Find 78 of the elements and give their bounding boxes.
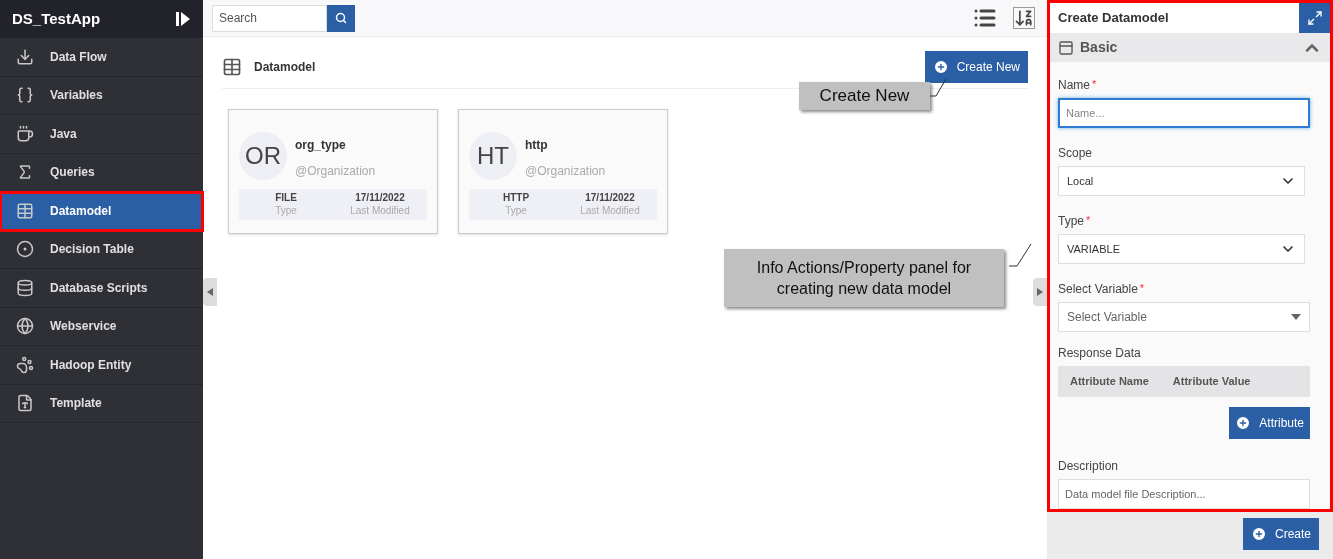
required-mark: *	[1092, 77, 1097, 92]
plus-icon	[932, 58, 949, 75]
field-label: Select Variable	[1058, 281, 1138, 298]
required-mark: *	[1139, 281, 1145, 296]
datamodel-card[interactable]: OR org_type @Organization FILE Type 17/11/2022 Last Modified	[228, 109, 438, 234]
avatar: OR	[239, 132, 287, 180]
sidebar-item[interactable]: Template	[0, 384, 203, 423]
callout: Info Actions/Property panel for creating new data model	[724, 249, 1004, 307]
sort-icon[interactable]	[1013, 7, 1035, 29]
table-icon	[222, 56, 242, 77]
select-field[interactable]: Local	[1058, 166, 1305, 196]
card-date-label: Last Modified	[580, 204, 640, 217]
collapse-icon[interactable]	[175, 11, 191, 27]
field-label: Response Data	[1058, 345, 1142, 362]
right-caret-icon	[1037, 288, 1043, 296]
card-type-label: Type	[275, 204, 297, 217]
app-title: DS_TestApp	[12, 8, 101, 29]
description-field[interactable]: Data model file Description...	[1058, 479, 1310, 509]
caret-icon	[1291, 314, 1301, 320]
expand-handle[interactable]	[1033, 278, 1047, 306]
callout: Create New	[799, 82, 930, 110]
globe-icon	[16, 317, 34, 336]
panel-title: Create Datamodel	[1058, 9, 1169, 28]
field-label: Name	[1058, 77, 1090, 94]
card-type: HTTP	[502, 191, 530, 204]
card-type-label: Type	[505, 204, 527, 217]
table-icon	[16, 201, 34, 220]
required-mark: *	[1086, 213, 1091, 228]
sidebar-item[interactable]: Datamodel	[0, 192, 203, 231]
section-header[interactable]: Basic	[1050, 33, 1330, 62]
sidebar-item[interactable]: Data Flow	[0, 38, 203, 77]
card-type: FILE	[275, 191, 297, 204]
field-label: Description	[1058, 458, 1120, 475]
left-caret-icon	[207, 288, 213, 296]
plus-icon	[1250, 526, 1267, 542]
sidebar-item[interactable]: Variables	[0, 76, 203, 115]
search-button[interactable]	[327, 4, 355, 32]
expand-icon	[1306, 10, 1323, 26]
select-field[interactable]: Select Variable	[1058, 302, 1310, 332]
field-label: Scope	[1058, 145, 1093, 162]
sidebar-item[interactable]: Decision Table	[0, 230, 203, 269]
field-label: Type	[1058, 213, 1084, 230]
expand-button[interactable]	[1299, 3, 1330, 33]
card-title: http	[525, 137, 549, 154]
section-title: Datamodel	[254, 58, 316, 76]
sidebar-item[interactable]: Hadoop Entity	[0, 346, 203, 385]
avatar: HT	[469, 132, 517, 180]
collapse-handle[interactable]	[203, 278, 217, 306]
sidebar-item[interactable]: Database Scripts	[0, 269, 203, 308]
datamodel-card[interactable]: HT http @Organization HTTP Type 17/11/2022 Last Modified	[458, 109, 668, 234]
column-header: Attribute Value	[1172, 374, 1251, 390]
card-date-label: Last Modified	[350, 204, 410, 217]
leader-line	[1009, 243, 1033, 268]
plus-icon	[1235, 415, 1252, 431]
select-field[interactable]: VARIABLE	[1058, 234, 1305, 264]
card-date: 17/11/2022	[585, 191, 635, 204]
column-header: Attribute Name	[1070, 374, 1149, 390]
form-icon	[1058, 39, 1074, 56]
leader-line	[930, 78, 948, 98]
add-attribute-button[interactable]: Attribute	[1229, 407, 1310, 439]
circle-icon	[16, 240, 34, 259]
database-icon	[16, 278, 34, 297]
card-title: org_type	[295, 137, 347, 154]
create-new-button[interactable]: Create New	[924, 50, 1028, 83]
card-date: 17/11/2022	[355, 191, 405, 204]
name-field[interactable]: Name...	[1058, 98, 1310, 128]
card-owner: @Organization	[525, 163, 606, 180]
paw-icon	[16, 355, 34, 374]
download-icon	[16, 47, 34, 66]
create-button[interactable]: Create	[1242, 518, 1319, 550]
coffee-cup-icon	[16, 124, 34, 143]
sidebar-item[interactable]: Java	[0, 115, 203, 154]
sidebar-item[interactable]: Webservice	[0, 307, 203, 346]
file-icon	[16, 394, 34, 413]
search-icon	[335, 12, 347, 24]
card-owner: @Organization	[295, 163, 376, 180]
search-field[interactable]: Search	[212, 4, 327, 32]
braces-icon	[16, 86, 34, 105]
